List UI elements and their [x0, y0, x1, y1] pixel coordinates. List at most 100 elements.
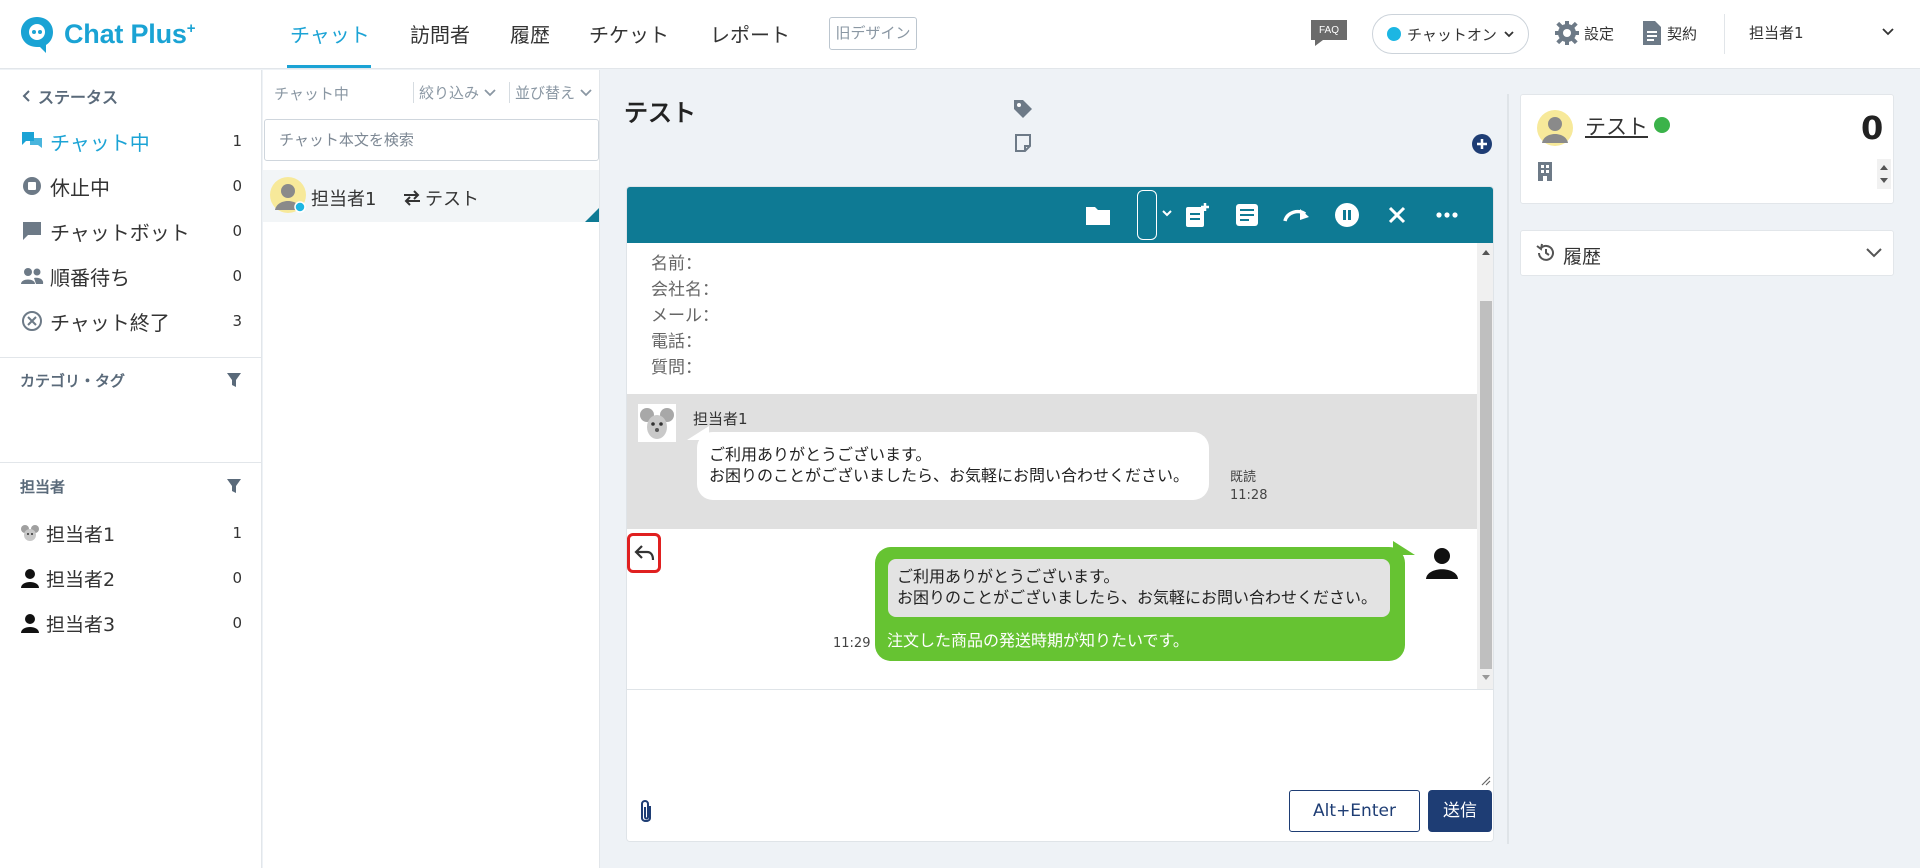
agent-name: 担当者3 — [46, 613, 116, 636]
faq-icon[interactable]: FAQ — [1309, 18, 1349, 48]
sidebar-divider — [0, 462, 262, 463]
visitor-score: 0 — [1861, 109, 1884, 147]
filter-icon[interactable] — [226, 372, 242, 388]
pause-icon[interactable] — [1333, 201, 1361, 229]
message-time: 11:28 — [1230, 488, 1268, 503]
filter-dropdown[interactable]: 絞り込み — [413, 82, 497, 103]
chat-status-toggle[interactable]: チャットオン — [1372, 14, 1529, 54]
agent-item-3[interactable]: 担当者3 0 — [20, 608, 242, 638]
agent-item-1[interactable]: 担当者1 1 — [20, 518, 242, 548]
message-time: 11:29 — [833, 636, 871, 651]
panel-divider — [1507, 94, 1509, 844]
sidebar-item-chatting[interactable]: チャット中 1 — [20, 125, 242, 157]
status-title: ステータス — [38, 88, 119, 107]
chevron-down-icon — [580, 88, 592, 96]
person-avatar-icon — [20, 567, 40, 589]
agent-message-bubble: ご利用ありがとうございます。 お困りのことがございましたら、お気軽にお問い合わせ… — [687, 426, 1209, 500]
mouse-avatar-icon — [638, 404, 676, 442]
scrollbar-thumb[interactable] — [1480, 301, 1492, 669]
chevron-down-icon — [484, 88, 496, 96]
close-circle-icon — [20, 309, 44, 333]
user-menu[interactable]: 担当者1 — [1749, 22, 1804, 43]
sort-dropdown[interactable]: 並び替え — [509, 82, 593, 103]
chat-bubble-logo-icon — [21, 17, 53, 53]
chat-list-panel: チャット中 絞り込み 並び替え 担当者1 テスト — [263, 70, 600, 868]
filter-icon[interactable] — [226, 478, 242, 494]
visitor-name-link[interactable]: テスト — [1585, 111, 1648, 141]
reply-icon[interactable] — [627, 533, 661, 573]
agent-item-2[interactable]: 担当者2 0 — [20, 563, 242, 593]
history-accordion[interactable]: 履歴 — [1520, 230, 1894, 276]
category-tag-title: カテゴリ・タグ — [20, 372, 126, 390]
add-circle-icon[interactable] — [1471, 133, 1493, 155]
close-icon[interactable] — [1383, 201, 1411, 229]
tag-icon[interactable] — [1012, 98, 1034, 120]
chevron-left-icon — [22, 90, 30, 102]
chat-scrollbar[interactable] — [1477, 243, 1493, 689]
settings-link[interactable]: 設定 — [1554, 20, 1614, 46]
message-text-line: ご利用ありがとうございます。 — [709, 445, 932, 464]
chevron-down-icon[interactable] — [1881, 26, 1895, 38]
old-design-button[interactable]: 旧デザイン — [829, 17, 917, 50]
sidebar-item-label: 休止中 — [50, 175, 110, 200]
transfer-icon[interactable] — [1283, 201, 1311, 229]
message-history[interactable]: 名前： 会社名： メール： 電話： 質問： 担当者1 ご利用ありがとうございます… — [627, 243, 1477, 689]
scroll-up-icon[interactable] — [1482, 249, 1490, 255]
form-field-question: 質問： — [651, 358, 702, 378]
chat-search-input[interactable] — [264, 119, 599, 161]
form-field-name: 名前： — [651, 254, 702, 274]
more-icon[interactable] — [1433, 201, 1461, 229]
sidebar-item-label: 順番待ち — [50, 265, 130, 290]
chat-list-title: チャット中 — [274, 85, 349, 103]
folder-icon[interactable] — [1084, 201, 1112, 229]
logo-text: Chat Plus+ — [64, 18, 196, 49]
status-header[interactable]: ステータス — [22, 84, 118, 108]
agent-name: 担当者1 — [46, 523, 116, 546]
building-icon — [1538, 162, 1552, 181]
chevron-down-icon[interactable] — [1161, 208, 1173, 218]
tab-history[interactable]: 履歴 — [510, 19, 550, 48]
chat-list-header: チャット中 絞り込み 並び替え — [263, 70, 600, 112]
message-input[interactable] — [627, 690, 1493, 790]
alt-enter-button[interactable]: Alt+Enter — [1289, 790, 1420, 832]
chat-bubbles-icon — [20, 129, 44, 153]
quoted-message: ご利用ありがとうございます。 お困りのことがございましたら、お気軽にお問い合わせ… — [888, 559, 1390, 617]
tab-reports[interactable]: レポート — [710, 19, 790, 48]
bubble-tail — [1393, 541, 1415, 555]
agent-name: 担当者2 — [46, 568, 116, 591]
faq-label: FAQ — [1319, 25, 1339, 36]
paperclip-icon[interactable] — [637, 798, 655, 826]
tab-visitors[interactable]: 訪問者 — [410, 19, 470, 48]
template-select[interactable] — [1137, 190, 1157, 240]
gear-icon — [1555, 21, 1579, 45]
document-lines-icon[interactable] — [1233, 201, 1261, 229]
sidebar-item-count: 0 — [232, 267, 242, 285]
send-button[interactable]: 送信 — [1428, 790, 1492, 832]
contract-link[interactable]: 契約 — [1641, 20, 1697, 46]
visitor-message-text: 注文した商品の発送時期が知りたいです。 — [887, 631, 1189, 650]
sidebar-item-ended[interactable]: チャット終了 3 — [20, 305, 242, 337]
score-spinner-icon[interactable] — [1877, 159, 1891, 189]
sidebar-item-chatbot[interactable]: チャットボット 0 — [20, 215, 242, 247]
online-dot-icon — [1387, 27, 1401, 41]
chat-list-item[interactable]: 担当者1 テスト — [263, 170, 599, 222]
sidebar-item-count: 1 — [232, 132, 242, 150]
memo-icon[interactable] — [1014, 133, 1032, 153]
tab-chat[interactable]: チャット — [290, 19, 370, 48]
scroll-down-icon[interactable] — [1482, 675, 1490, 681]
active-tab-indicator — [287, 65, 371, 68]
visitor-avatar-icon — [270, 177, 306, 213]
sidebar-item-paused[interactable]: 休止中 0 — [20, 170, 242, 202]
tab-tickets[interactable]: チケット — [589, 19, 669, 48]
person-avatar-icon — [20, 612, 40, 634]
quote-text-line: ご利用ありがとうございます。 — [897, 567, 1120, 586]
resize-grip-icon[interactable] — [1479, 774, 1491, 786]
chat-window: 名前： 会社名： メール： 電話： 質問： 担当者1 ご利用ありがとうございます… — [626, 186, 1494, 842]
sidebar-item-count: 0 — [232, 177, 242, 195]
chat-visitor: テスト — [403, 185, 479, 211]
top-navigation-bar: Chat Plus+ チャット 訪問者 履歴 チケット レポート 旧デザイン F… — [0, 0, 1920, 69]
chatplus-logo[interactable]: Chat Plus+ — [18, 14, 195, 54]
sidebar-item-waiting[interactable]: 順番待ち 0 — [20, 260, 242, 292]
mouse-avatar-icon — [20, 522, 40, 544]
add-note-icon[interactable] — [1183, 201, 1211, 229]
